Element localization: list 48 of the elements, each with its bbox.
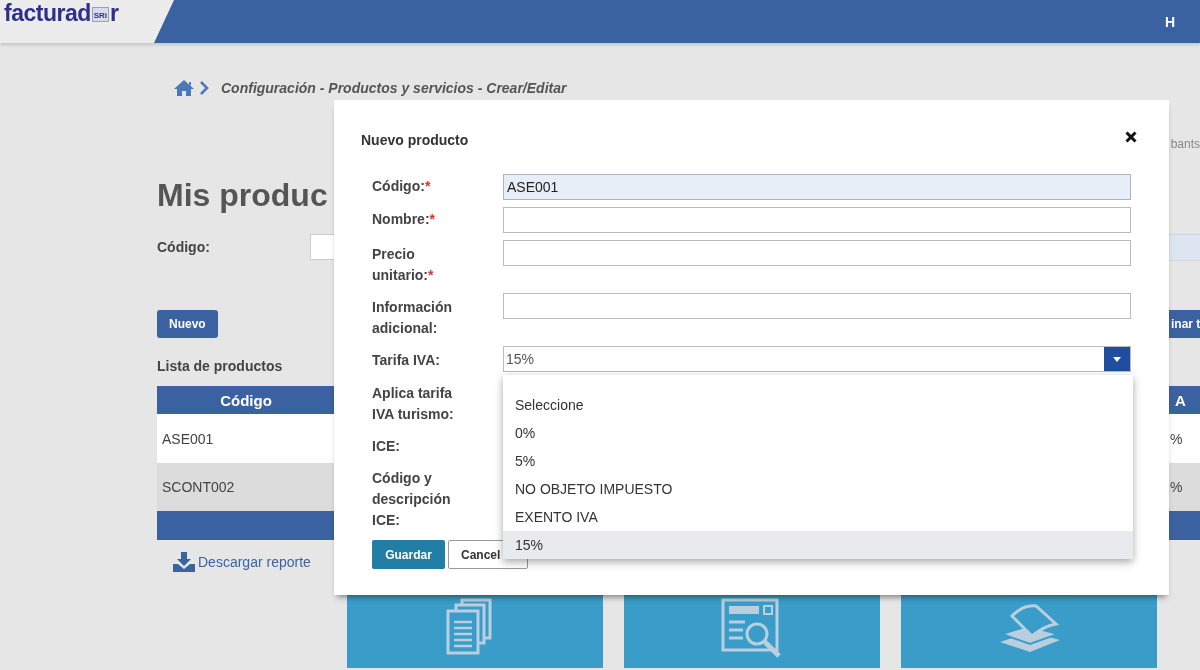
page-title: Mis produc (157, 176, 328, 215)
list-title: Lista de productos (157, 358, 283, 376)
field-label: Tarifa IVA: (372, 352, 440, 368)
home-icon (173, 79, 195, 97)
column-header: Código (219, 391, 273, 409)
field-label: Información adicional: (372, 299, 453, 336)
dropdown-option[interactable]: 5% (503, 447, 1133, 475)
logo-text: facturad (4, 0, 91, 27)
new-button[interactable]: Nuevo (157, 310, 218, 338)
required-mark: * (429, 211, 435, 227)
tab-label: bants (1170, 137, 1200, 151)
field-label: Nombre: (372, 211, 430, 227)
table-cell-text: % (1170, 430, 1184, 447)
dropdown[interactable]: 15% (503, 346, 1131, 372)
field-label: Código: (372, 178, 425, 194)
dropdown-option[interactable]: NO OBJETO IMPUESTO (503, 475, 1133, 503)
download-icon (173, 552, 195, 572)
input-field[interactable] (503, 240, 1131, 266)
breadcrumb: Configuración - Productos y servicios - Crear/Editar (221, 80, 567, 96)
table-cell-text: % (1170, 479, 1184, 495)
close-button[interactable] (1125, 131, 1137, 143)
user-menu[interactable]: H (1164, 13, 1200, 30)
input-field[interactable] (310, 234, 335, 260)
dropdown-option[interactable]: 0% (503, 419, 1133, 447)
input-field[interactable] (503, 293, 1131, 319)
column-header: A (1175, 391, 1187, 409)
required-mark: * (428, 267, 434, 283)
dropdown-option[interactable]: Seleccione (503, 391, 1133, 419)
input-field[interactable]: ASE001 (503, 174, 1131, 200)
dropdown-option[interactable]: 15% (503, 531, 1133, 559)
table-cell-text: SCONT002 (161, 479, 235, 495)
dialog-title: Nuevo producto (361, 132, 469, 148)
save-button[interactable]: Guardar (372, 540, 445, 569)
field-label: Código: (157, 239, 211, 255)
dropdown-option[interactable]: EXENTO IVA (503, 503, 1133, 531)
field-label: Código y descripción ICE: (372, 470, 451, 528)
field-label: Aplica tarifa IVA turismo: (372, 385, 454, 422)
caret-icon (1113, 356, 1121, 362)
field-label: ICE: (372, 438, 400, 454)
download-link[interactable]: Descargar reporte (173, 551, 311, 573)
input-field[interactable] (503, 207, 1131, 233)
chevron-icon (199, 81, 209, 95)
logo-text: r (110, 0, 119, 27)
close-icon (1125, 131, 1137, 143)
field-label: Precio unitario: (372, 246, 428, 283)
table-cell-text: ASE001 (161, 430, 214, 447)
required-mark: * (424, 178, 431, 194)
logo-badge: SRi (91, 6, 110, 22)
